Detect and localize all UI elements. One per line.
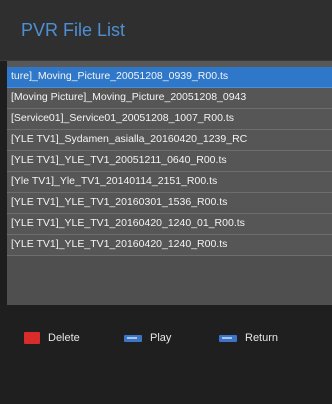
- file-row[interactable]: [YLE TV1]_YLE_TV1_20160301_1536_R00.ts: [7, 193, 332, 214]
- file-row[interactable]: [Moving Picture]_Moving_Picture_20051208…: [7, 88, 332, 109]
- play-label: Play: [150, 332, 172, 344]
- file-name: ture]_Moving_Picture_20051208_0939_R00.t…: [11, 70, 229, 82]
- blue-key-icon: [124, 334, 142, 342]
- file-name: [YLE TV1]_Sydamen_asialla_20160420_1239_…: [11, 133, 248, 145]
- file-name: [YLE TV1]_YLE_TV1_20160301_1536_R00.ts: [11, 196, 228, 208]
- file-name: [Yle TV1]_Yle_TV1_20140114_2151_R00.ts: [11, 175, 218, 187]
- file-name: [YLE TV1]_YLE_TV1_20160420_1240_R00.ts: [11, 238, 228, 250]
- file-list: ture]_Moving_Picture_20051208_0939_R00.t…: [7, 61, 332, 305]
- delete-label: Delete: [48, 332, 80, 344]
- file-row[interactable]: ture]_Moving_Picture_20051208_0939_R00.t…: [7, 67, 332, 88]
- return-hint[interactable]: Return: [219, 331, 278, 345]
- blue-key-icon: [219, 334, 237, 342]
- file-row[interactable]: [Service01]_Service01_20051208_1007_R00.…: [7, 109, 332, 130]
- file-name: [Service01]_Service01_20051208_1007_R00.…: [11, 112, 234, 124]
- file-row[interactable]: [YLE TV1]_YLE_TV1_20160420_1240_01_R00.t…: [7, 214, 332, 235]
- file-row[interactable]: [YLE TV1]_YLE_TV1_20160420_1240_R00.ts: [7, 235, 332, 256]
- red-key-icon: [24, 332, 40, 344]
- delete-hint[interactable]: Delete: [24, 331, 80, 345]
- title-bar: PVR File List: [0, 0, 332, 61]
- key-hint-bar: Delete Play Return: [0, 305, 332, 404]
- play-hint[interactable]: Play: [124, 331, 171, 345]
- page-title: PVR File List: [21, 20, 126, 40]
- return-label: Return: [245, 332, 279, 344]
- pvr-screen: PVR File List ture]_Moving_Picture_20051…: [0, 0, 332, 404]
- file-row[interactable]: [Yle TV1]_Yle_TV1_20140114_2151_R00.ts: [7, 172, 332, 193]
- file-row[interactable]: [YLE TV1]_Sydamen_asialla_20160420_1239_…: [7, 130, 332, 151]
- file-row[interactable]: [YLE TV1]_YLE_TV1_20051211_0640_R00.ts: [7, 151, 332, 172]
- file-name: [Moving Picture]_Moving_Picture_20051208…: [11, 91, 247, 103]
- list-empty-area: [7, 256, 332, 305]
- file-name: [YLE TV1]_YLE_TV1_20160420_1240_01_R00.t…: [11, 217, 245, 229]
- file-name: [YLE TV1]_YLE_TV1_20051211_0640_R00.ts: [11, 154, 227, 166]
